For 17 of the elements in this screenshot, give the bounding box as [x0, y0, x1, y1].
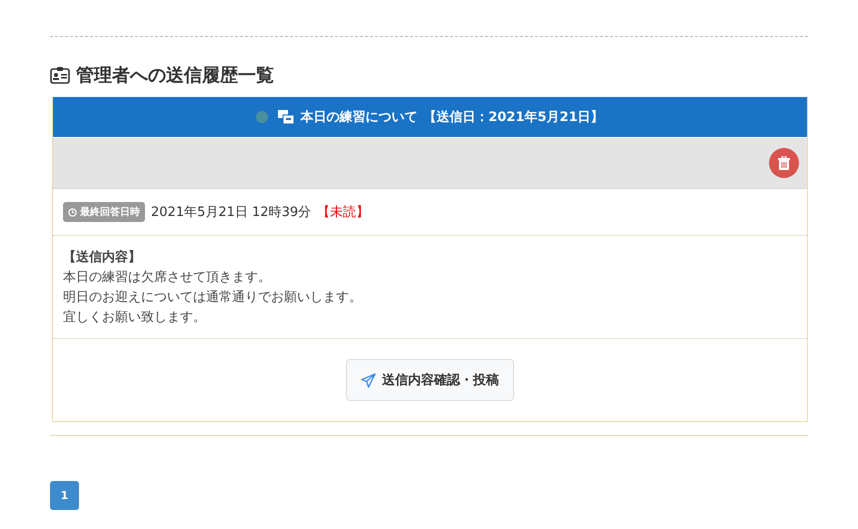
message-subject: 本日の練習について: [300, 109, 418, 126]
paper-plane-icon: [361, 372, 376, 388]
content-line: 宜しくお願い致します。: [63, 309, 207, 327]
trash-icon: [778, 156, 790, 170]
page-button[interactable]: 1: [50, 481, 79, 510]
read-status: 【未読】: [317, 204, 370, 221]
id-card-icon: [50, 66, 70, 84]
content-line: 明日のお迎えについては通常通りでお願いします。: [63, 289, 363, 307]
page-title: 管理者への送信履歴一覧: [76, 64, 274, 87]
last-reply-time: 2021年5月21日 12時39分: [151, 204, 312, 221]
sent-date: 【送信日：2021年5月21日】: [423, 109, 604, 126]
content-line: 本日の練習は欠席させて頂きます。: [63, 269, 272, 287]
content-heading: 【送信内容】: [63, 248, 142, 267]
last-reply-badge: 最終回答日時: [63, 202, 145, 222]
status-dot: [256, 111, 268, 123]
delete-button[interactable]: [769, 148, 799, 178]
confirm-post-button[interactable]: 送信内容確認・投稿: [346, 359, 514, 401]
